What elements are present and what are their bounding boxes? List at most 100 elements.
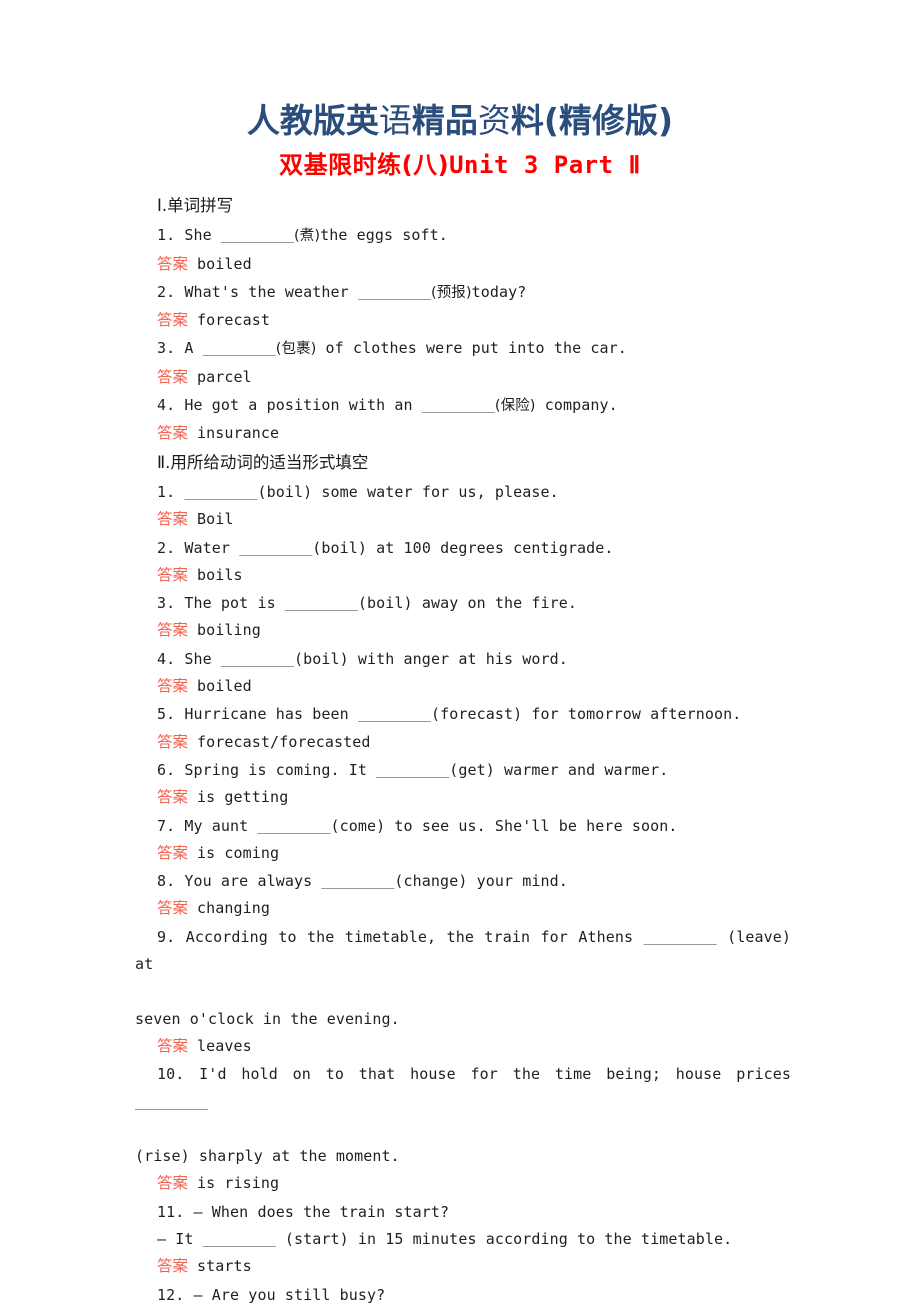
question-hint: (forecast) [430,705,523,724]
question-1-4: 4. He got a position with an ________(保险… [135,392,791,420]
answer-label: 答案 [157,565,189,584]
answer-label: 答案 [157,1174,189,1193]
question-1-3: 3. A ________(包裹) of clothes were put in… [135,335,791,363]
answer-label: 答案 [157,510,189,529]
question-2-9-line1: 9. According to the timetable, the train… [135,924,791,1006]
answer-2-9: 答案 leaves [135,1033,791,1061]
answer-blank[interactable]: ________ [358,705,431,723]
question-prefix: 9. According to the timetable, the train… [157,927,644,946]
question-prefix: 1. She [157,226,221,245]
question-suffix: to see us. She'll be here soon. [385,816,678,835]
answer-label: 答案 [157,899,189,918]
answer-label: 答案 [157,1036,189,1055]
question-suffix: the eggs soft. [320,226,448,245]
answer-2-11: 答案 starts [135,1253,791,1281]
question-prefix: 3. A [157,339,203,358]
answer-blank[interactable]: ________ [376,761,449,779]
answer-blank[interactable]: ________ [285,594,358,612]
answer-blank[interactable]: ________ [135,1093,208,1111]
answer-label: 答案 [157,311,189,330]
question-suffix: (start) in 15 minutes according to the t… [275,1229,733,1248]
answer-text: forecast [197,311,271,330]
answer-text: insurance [197,424,280,443]
answer-text: boiling [197,621,261,640]
answer-blank[interactable]: ________ [644,928,717,946]
question-hint: (煮) [293,228,321,245]
answer-label: 答案 [157,788,189,807]
question-suffix: at 100 degrees centigrade. [367,538,614,557]
answer-blank[interactable]: ________ [257,817,330,835]
brand-title-part-1: 人教版英 [246,101,379,140]
question-suffix: away on the fire. [412,594,578,613]
question-2-12-line1: 12. — Are you still busy? [157,1285,386,1304]
answer-blank[interactable]: ________ [239,539,312,557]
question-2-1: 1. ________(boil) some water for us, ple… [135,479,791,506]
answer-text: boiled [197,677,252,696]
answer-label: 答案 [157,677,189,696]
question-hint: (boil) [257,482,313,501]
answer-blank[interactable]: ________ [203,1230,276,1248]
question-2-10-line1: 10. I'd hold on to that house for the ti… [135,1061,791,1143]
answer-label: 答案 [157,621,189,640]
answer-label: 答案 [157,732,189,751]
answer-1-2: 答案 forecast [135,307,791,335]
answer-text: parcel [197,367,252,386]
answer-label: 答案 [157,424,189,443]
brand-title-part-4: 资 [477,101,511,140]
question-2-10-line2: (rise) sharply at the moment. [135,1147,400,1166]
answer-1-3: 答案 parcel [135,364,791,392]
question-2-11-line2: — It ________ (start) in 15 minutes acco… [135,1226,791,1253]
answer-2-8: 答案 changing [135,895,791,923]
answer-blank[interactable]: ________ [358,283,431,301]
answer-label: 答案 [157,254,189,273]
answer-2-10: 答案 is rising [135,1170,791,1198]
answer-label: 答案 [157,843,189,862]
answer-1-4: 答案 insurance [135,420,791,448]
section-heading-2: Ⅱ.用所给动词的适当形式填空 [157,452,369,472]
exercise-title-en: Unit 3 Part Ⅱ [449,151,641,179]
question-2-3: 3. The pot is ________(boil) away on the… [135,590,791,617]
answer-text: Boil [197,510,234,529]
answer-text: boils [197,565,243,584]
brand-title-part-2: 语 [378,101,412,140]
question-prefix: 10. I'd hold on to that house for the ti… [157,1065,791,1084]
question-2-7: 7. My aunt ________(come) to see us. She… [135,813,791,840]
answer-label: 答案 [157,1257,189,1276]
exercise-title: 双基限时练(八)Unit 3 Part Ⅱ [0,153,920,177]
answer-2-3: 答案 boiling [135,617,791,645]
answer-text: is rising [197,1174,280,1193]
question-2-2: 2. Water ________(boil) at 100 degrees c… [135,535,791,562]
question-suffix: company. [535,396,618,415]
answer-blank[interactable]: ________ [321,872,394,890]
brand-title-part-5: 料(精修版) [510,101,674,140]
answer-text: leaves [197,1036,252,1055]
answer-2-7: 答案 is coming [135,840,791,868]
answer-blank[interactable]: ________ [203,339,276,357]
question-2-4: 4. She ________(boil) with anger at his … [135,646,791,673]
question-suffix: some water for us, please. [312,482,559,501]
answer-1-1: 答案 boiled [135,251,791,279]
answer-blank[interactable]: ________ [221,226,294,244]
question-2-5: 5. Hurricane has been ________(forecast)… [135,701,791,728]
answer-blank[interactable]: ________ [184,483,257,501]
question-prefix: 6. Spring is coming. It [157,760,377,779]
answer-2-6: 答案 is getting [135,784,791,812]
worksheet-content: Ⅰ.单词拼写 1. She ________(煮)the eggs soft. … [135,192,791,1309]
answer-blank[interactable]: ________ [221,650,294,668]
question-2-9-line2: seven o'clock in the evening. [135,1009,400,1028]
worksheet-page: 人教版英语精品资料(精修版) 双基限时练(八)Unit 3 Part Ⅱ Ⅰ.单… [0,0,920,1304]
question-prefix: 5. Hurricane has been [157,705,358,724]
answer-2-2: 答案 boils [135,562,791,590]
question-hint: (get) [449,760,495,779]
question-suffix: for tomorrow afternoon. [522,705,742,724]
question-suffix: with anger at his word. [348,649,568,668]
question-suffix: of clothes were put into the car. [316,339,627,358]
section-heading-1: Ⅰ.单词拼写 [157,196,234,215]
question-hint: (预报) [430,284,472,301]
question-hint: (boil) [312,538,368,557]
question-prefix: 8. You are always [157,872,322,891]
answer-blank[interactable]: ________ [422,396,495,414]
question-2-6: 6. Spring is coming. It ________(get) wa… [135,757,791,784]
answer-text: changing [197,899,271,918]
answer-text: is getting [197,788,289,807]
